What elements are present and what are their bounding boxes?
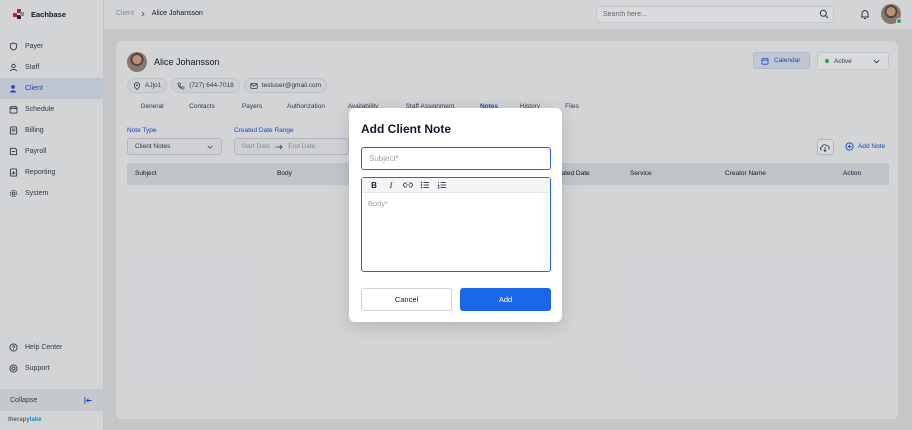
bold-button[interactable]: B	[369, 181, 379, 190]
editor-toolbar: B I	[362, 178, 550, 193]
bullet-list-icon[interactable]	[420, 181, 430, 189]
body-editor[interactable]: B I Body*	[361, 177, 551, 272]
add-button[interactable]: Add	[460, 288, 551, 311]
add-client-note-dialog: Add Client Note B I Body* Cancel Add	[349, 108, 562, 322]
subject-input[interactable]	[361, 147, 551, 170]
dialog-title: Add Client Note	[361, 122, 451, 136]
cancel-button[interactable]: Cancel	[361, 288, 452, 311]
numbered-list-icon[interactable]	[437, 181, 447, 189]
italic-button[interactable]: I	[386, 181, 396, 190]
link-icon[interactable]	[403, 181, 413, 189]
body-placeholder[interactable]: Body*	[362, 193, 550, 214]
